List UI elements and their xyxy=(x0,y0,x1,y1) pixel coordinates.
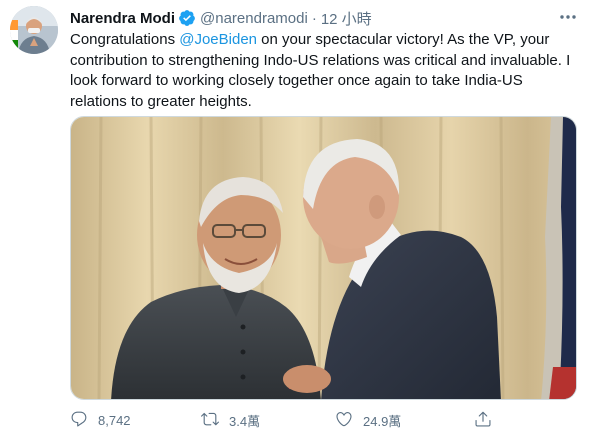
share-button[interactable] xyxy=(474,410,502,431)
share-icon xyxy=(474,410,502,431)
like-button[interactable]: 24.9萬 xyxy=(335,410,401,431)
verified-badge-icon xyxy=(178,9,196,27)
tweet-card[interactable]: Narendra Modi @narendramodi · 12 小時 Cong… xyxy=(0,0,592,440)
heart-icon xyxy=(335,410,363,431)
tweet-text-part1: Congratulations xyxy=(70,31,180,48)
more-dots-icon[interactable] xyxy=(558,8,578,26)
author-name[interactable]: Narendra Modi xyxy=(70,10,175,27)
author-handle[interactable]: @narendramodi xyxy=(200,10,308,27)
tweet-header: Narendra Modi @narendramodi · 12 小時 xyxy=(70,8,372,28)
tweet-photo[interactable] xyxy=(70,116,577,400)
reply-count: 8,742 xyxy=(98,413,131,428)
retweet-button[interactable]: 3.4萬 xyxy=(201,410,260,431)
reply-button[interactable]: 8,742 xyxy=(70,410,131,431)
tweet-actions: 8,742 3.4萬 24.9萬 xyxy=(70,410,530,432)
mention-link[interactable]: @JoeBiden xyxy=(179,31,257,48)
retweet-icon xyxy=(201,410,229,431)
like-count: 24.9萬 xyxy=(363,414,402,429)
tweet-timestamp[interactable]: 12 小時 xyxy=(321,8,372,29)
author-avatar[interactable] xyxy=(10,6,58,54)
reply-icon xyxy=(70,410,98,431)
tweet-text: Congratulations @JoeBiden on your specta… xyxy=(70,30,578,112)
separator-dot: · xyxy=(311,9,317,27)
retweet-count: 3.4萬 xyxy=(229,414,261,429)
